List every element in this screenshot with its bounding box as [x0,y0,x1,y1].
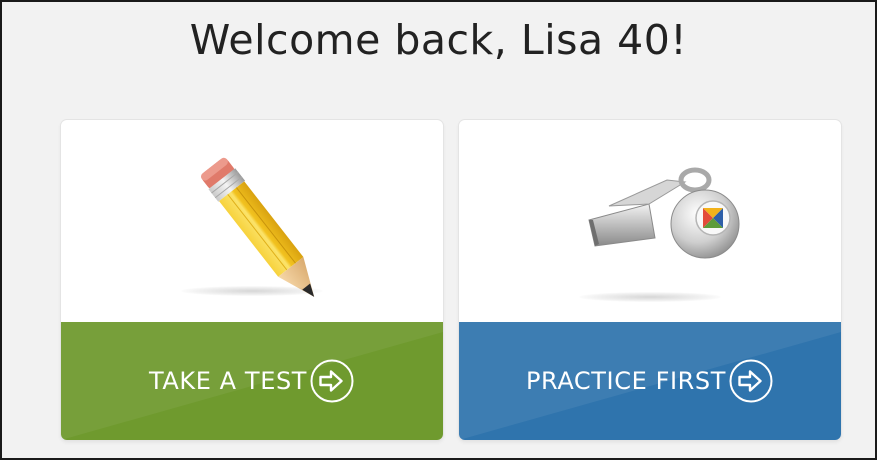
whistle-shadow [579,292,721,302]
arrow-right-circle-icon [310,359,354,403]
welcome-heading: Welcome back, Lisa 40! [189,16,688,64]
practice-first-illustration [459,120,841,322]
arrow-right-circle-icon [729,359,773,403]
welcome-panel: Welcome back, Lisa 40! TAKE A TEST PRACT… [0,0,877,460]
practice-first-button[interactable]: PRACTICE FIRST [459,322,841,440]
take-test-button[interactable]: TAKE A TEST [61,322,443,440]
practice-first-label: PRACTICE FIRST [525,367,727,395]
take-test-card[interactable]: TAKE A TEST [61,120,443,440]
take-test-illustration [61,120,443,322]
take-test-label: TAKE A TEST [148,367,308,395]
pencil-shadow [181,286,323,296]
practice-first-card[interactable]: PRACTICE FIRST [459,120,841,440]
